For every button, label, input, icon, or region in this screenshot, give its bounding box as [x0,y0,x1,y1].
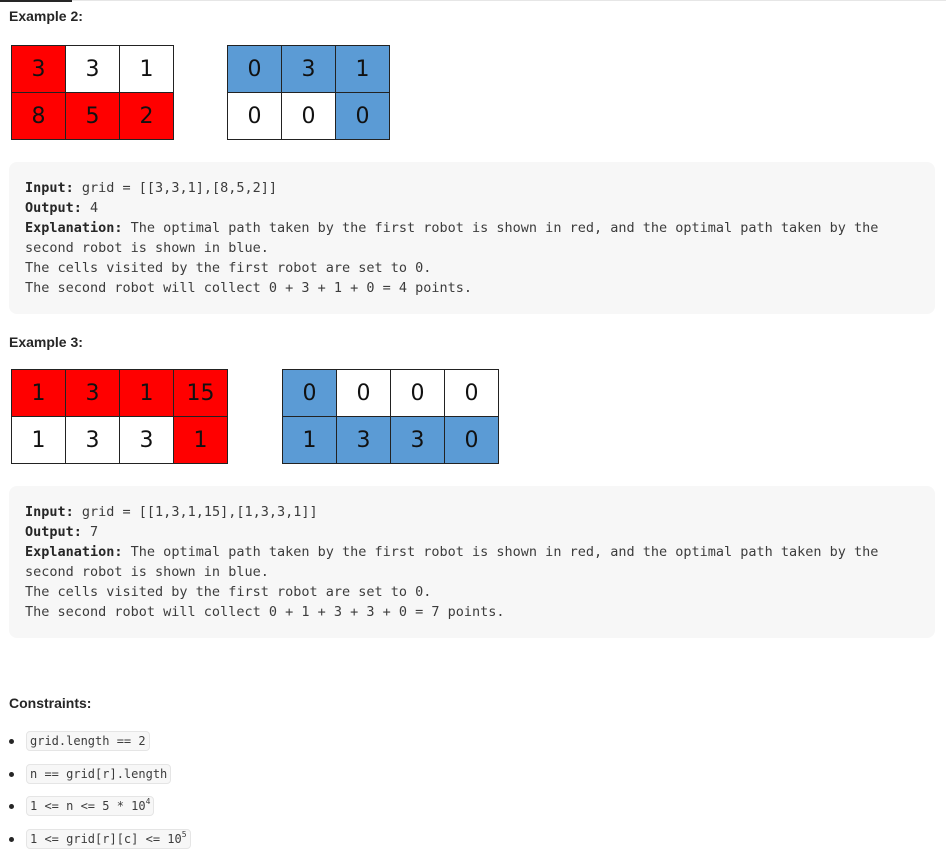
grid-row: 1331 [11,416,228,464]
explanation-text: The cells visited by the first robot are… [25,260,432,276]
grid-cell: 3 [281,45,336,93]
constraint-code: grid.length == 2 [26,731,150,751]
grid-cell: 1 [119,369,174,417]
grid-cell: 0 [444,416,499,464]
grid-cell: 0 [227,45,282,93]
explanation-text: The second robot will collect 0 + 3 + 1 … [25,280,473,296]
grid-cell: 0 [227,92,282,140]
example-2-heading: Example 2: [9,8,83,24]
grid-cell: 0 [282,369,337,417]
grid-row: 031 [227,45,390,93]
bullet-icon [9,739,14,744]
input-value: grid = [[1,3,1,15],[1,3,3,1]] [73,504,318,520]
example-2-grid-red: 331852 [11,45,174,140]
output-label: Output: [25,524,82,540]
output-value: 7 [81,524,99,540]
grid-cell: 0 [335,92,390,140]
grid-cell: 1 [282,416,337,464]
grid-row: 0000 [282,369,499,417]
output-label: Output: [25,200,82,216]
grid-row: 000 [227,92,390,140]
example-2-code-block: Input: grid = [[3,3,1],[8,5,2]] Output: … [9,162,935,314]
grid-row: 852 [11,92,174,140]
grid-cell: 3 [65,45,120,93]
example-3-code-block: Input: grid = [[1,3,1,15],[1,3,3,1]] Out… [9,486,935,638]
grid-cell: 1 [11,416,66,464]
active-tab-indicator [0,0,72,2]
example-2-grid-blue: 031000 [227,45,390,140]
explanation-text: The second robot will collect 0 + 1 + 3 … [25,604,505,620]
grid-cell: 0 [444,369,499,417]
top-divider [0,0,946,1]
exponent: 5 [181,830,187,839]
grid-cell: 8 [11,92,66,140]
explanation-label: Explanation: [25,220,123,236]
input-label: Input: [25,504,74,520]
grid-cell: 3 [119,416,174,464]
grid-cell: 3 [336,416,391,464]
grid-cell: 3 [390,416,445,464]
constraints-heading: Constraints: [9,695,92,711]
example-3-grid-blue: 00001330 [282,369,499,464]
grid-row: 1 3 1 15 [11,369,228,417]
constraint-code: n == grid[r].length [26,764,172,784]
grid-row: 331 [11,45,174,93]
example-3-grid-red: 1 3 1 15 1 3 3 1 [11,369,228,464]
exponent: 4 [145,797,151,806]
grid-cell: 2 [119,92,174,140]
grid-cell: 1 [119,45,174,93]
bullet-icon [9,837,14,842]
grid-cell: 15 [173,369,228,417]
constraint-code-base: 1 <= grid[r][c] <= 10 [30,832,182,846]
explanation-text: second robot is shown in blue. [25,564,269,580]
explanation-label: Explanation: [25,544,123,560]
constraint-code: 1 <= n <= 5 * 104 [26,796,155,816]
grid-cell: 1 [173,416,228,464]
grid-cell: 0 [281,92,336,140]
grid-cell: 3 [65,369,120,417]
explanation-text: The cells visited by the first robot are… [25,584,432,600]
explanation-text: second robot is shown in blue. [25,240,269,256]
explanation-text: The optimal path taken by the first robo… [122,544,879,560]
grid-cell: 0 [336,369,391,417]
grid-row: 1330 [282,416,499,464]
grid-cell: 5 [65,92,120,140]
bullet-icon [9,772,14,777]
constraint-code: 1 <= grid[r][c] <= 105 [26,829,191,849]
grid-cell: 0 [390,369,445,417]
grid-cell: 1 [335,45,390,93]
bullet-icon [9,804,14,809]
explanation-text: The optimal path taken by the first robo… [122,220,879,236]
grid-cell: 1 [11,369,66,417]
constraint-code-base: 1 <= n <= 5 * 10 [30,799,146,813]
input-value: grid = [[3,3,1],[8,5,2]] [73,180,277,196]
input-label: Input: [25,180,74,196]
grid-cell: 3 [11,45,66,93]
output-value: 4 [81,200,99,216]
example-3-heading: Example 3: [9,334,83,350]
grid-cell: 3 [65,416,120,464]
